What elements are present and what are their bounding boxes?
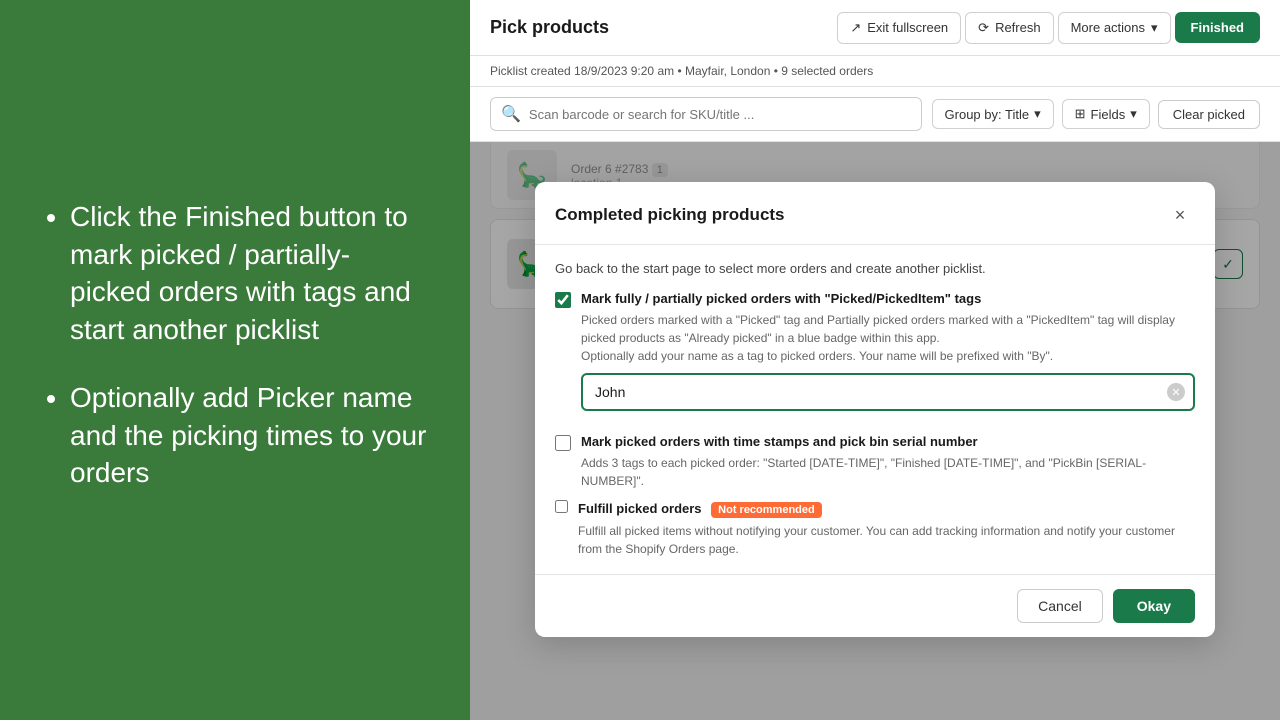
page-title: Pick products — [490, 17, 609, 38]
name-input-wrap: ✕ — [581, 373, 1195, 411]
checkbox2-desc: Adds 3 tags to each picked order: "Start… — [581, 454, 1195, 490]
bullet-item-2: Optionally add Picker name and the picki… — [70, 379, 430, 492]
toolbar: 🔍 Group by: Title ▾ ⊞ Fields ▾ Clear pic… — [470, 87, 1280, 142]
modal-close-button[interactable]: × — [1165, 200, 1195, 230]
modal-title: Completed picking products — [555, 205, 785, 225]
top-bar-actions: ↗ Exit fullscreen ⟳ Refresh More actions… — [837, 12, 1260, 44]
checkbox3-desc: Fulfill all picked items without notifyi… — [578, 522, 1195, 558]
right-panel: Pick products ↗ Exit fullscreen ⟳ Refres… — [470, 0, 1280, 720]
content-area: 🦕 Order 6 #2783 1 location 1 🦕 Animal Zo… — [470, 142, 1280, 720]
group-by-chevron-icon: ▾ — [1034, 106, 1041, 122]
checkbox3-label[interactable]: Fulfill picked orders Not recommended — [578, 501, 822, 516]
top-bar: Pick products ↗ Exit fullscreen ⟳ Refres… — [470, 0, 1280, 56]
checkbox1-label[interactable]: Mark fully / partially picked orders wit… — [581, 291, 981, 306]
modal-dialog: Completed picking products × Go back to … — [535, 182, 1215, 637]
clear-picked-button[interactable]: Clear picked — [1158, 100, 1260, 129]
refresh-button[interactable]: ⟳ Refresh — [965, 12, 1053, 44]
sub-bar: Picklist created 18/9/2023 9:20 am • May… — [470, 56, 1280, 87]
checkbox1-desc: Picked orders marked with a "Picked" tag… — [581, 311, 1195, 365]
fields-button[interactable]: ⊞ Fields ▾ — [1062, 99, 1150, 129]
picklist-info: Picklist created 18/9/2023 9:20 am • May… — [490, 64, 873, 78]
checkbox2-row: Mark picked orders with time stamps and … — [555, 433, 1195, 490]
checkbox1-row: Mark fully / partially picked orders wit… — [555, 290, 1195, 423]
more-actions-button[interactable]: More actions ▾ — [1058, 12, 1171, 44]
modal-subtitle: Go back to the start page to select more… — [555, 261, 1195, 276]
exit-fullscreen-icon: ↗ — [850, 20, 861, 36]
checkbox3[interactable] — [555, 500, 568, 513]
not-recommended-badge: Not recommended — [711, 502, 822, 518]
finished-button[interactable]: Finished — [1175, 12, 1260, 43]
checkbox3-row: Fulfill picked orders Not recommended Fu… — [555, 500, 1195, 558]
cancel-button[interactable]: Cancel — [1017, 589, 1103, 623]
refresh-icon: ⟳ — [978, 20, 989, 36]
fields-icon: ⊞ — [1075, 106, 1086, 122]
checkbox2[interactable] — [555, 435, 571, 451]
checkbox3-content: Fulfill picked orders Not recommended Fu… — [578, 500, 1195, 558]
left-panel: Click the Finished button to mark picked… — [0, 0, 470, 720]
group-by-button[interactable]: Group by: Title ▾ — [932, 99, 1054, 129]
checkbox1-content: Mark fully / partially picked orders wit… — [581, 290, 1195, 423]
modal-header: Completed picking products × — [535, 182, 1215, 245]
modal-footer: Cancel Okay — [535, 574, 1215, 637]
checkbox1[interactable] — [555, 292, 571, 308]
chevron-down-icon: ▾ — [1151, 20, 1158, 36]
search-icon: 🔍 — [501, 104, 521, 124]
modal-overlay: Completed picking products × Go back to … — [470, 142, 1280, 720]
name-input-clear-button[interactable]: ✕ — [1167, 383, 1185, 401]
checkbox2-content: Mark picked orders with time stamps and … — [581, 433, 1195, 490]
checkbox2-label[interactable]: Mark picked orders with time stamps and … — [581, 434, 978, 449]
bullet-list: Click the Finished button to mark picked… — [40, 198, 430, 523]
fields-chevron-icon: ▾ — [1130, 106, 1137, 122]
okay-button[interactable]: Okay — [1113, 589, 1195, 623]
bullet-item-1: Click the Finished button to mark picked… — [70, 198, 430, 349]
modal-body: Go back to the start page to select more… — [535, 245, 1215, 574]
toolbar-right: Group by: Title ▾ ⊞ Fields ▾ Clear picke… — [932, 99, 1260, 129]
search-bar[interactable]: 🔍 — [490, 97, 922, 131]
search-input[interactable] — [529, 107, 911, 122]
exit-fullscreen-button[interactable]: ↗ Exit fullscreen — [837, 12, 961, 44]
picker-name-input[interactable] — [581, 373, 1195, 411]
